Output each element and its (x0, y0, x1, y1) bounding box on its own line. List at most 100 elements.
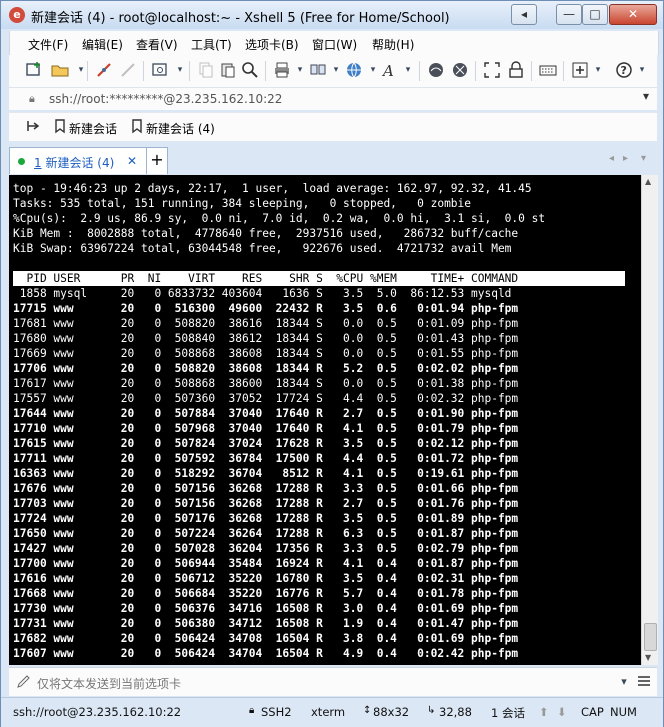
tab-next-icon[interactable]: ▸ (623, 153, 628, 164)
process-row: 17681 www 20 0 508820 38616 18344 S 0.0 … (13, 317, 519, 330)
process-row: 17669 www 20 0 508868 38608 18344 S 0.0 … (13, 347, 519, 360)
font-icon[interactable]: A (381, 61, 399, 80)
process-row: 16363 www 20 0 518292 36704 8512 R 4.1 0… (13, 467, 519, 480)
tab-number: 1 (34, 156, 42, 170)
toolbar-separator (531, 61, 532, 81)
transfer-icon[interactable] (309, 61, 327, 79)
add-icon[interactable] (571, 61, 589, 79)
help-icon[interactable]: ? (615, 61, 633, 79)
open-folder-icon[interactable] (51, 61, 69, 79)
menu-file[interactable]: 文件(F) (28, 36, 68, 53)
menu-bar: 文件(F) 编辑(E) 查看(V) 工具(T) 选项卡(B) 窗口(W) 帮助(… (9, 31, 659, 55)
process-row: 17711 www 20 0 507592 36784 17500 R 4.4 … (13, 452, 519, 465)
new-tab-button[interactable]: + (146, 147, 168, 174)
fullscreen-icon[interactable] (483, 61, 501, 79)
process-row: 17676 www 20 0 507156 36268 17288 R 3.3 … (13, 482, 519, 495)
menu-tabs[interactable]: 选项卡(B) (245, 36, 299, 53)
xshell-window: e 新建会话 (4) - root@localhost:~ - Xshell 5… (0, 0, 664, 727)
process-row: 17616 www 20 0 506712 35220 16780 R 3.5 … (13, 572, 519, 585)
xftp-icon[interactable] (427, 61, 445, 79)
compose-bar[interactable]: 仅将文本发送到当前选项卡 ▾ (9, 667, 657, 696)
add-dropdown-icon[interactable]: ▾ (589, 61, 607, 79)
toolbar-separator (87, 61, 88, 81)
session-down-icon[interactable]: ⬇ (557, 705, 567, 719)
process-row: 17617 www 20 0 508868 38600 18344 S 0.0 … (13, 377, 519, 390)
process-row: 17710 www 20 0 507968 37040 17640 R 4.1 … (13, 422, 519, 435)
keyboard-icon[interactable] (539, 61, 557, 79)
status-cursor: 32,88 (439, 705, 472, 719)
help-dropdown-icon[interactable]: ▾ (633, 61, 651, 79)
process-row: 17557 www 20 0 507360 37052 17724 S 4.4 … (13, 392, 519, 405)
menu-help[interactable]: 帮助(H) (372, 36, 414, 53)
globe-dropdown-icon[interactable]: ▾ (364, 61, 382, 79)
menu-icon[interactable] (635, 673, 653, 691)
menu-view[interactable]: 查看(V) (136, 36, 178, 53)
compose-dropdown-icon[interactable]: ▾ (615, 673, 633, 691)
links-icon[interactable] (25, 118, 43, 136)
compose-input[interactable]: 仅将文本发送到当前选项卡 (37, 675, 181, 692)
properties-icon[interactable] (151, 61, 169, 79)
properties-dropdown-icon[interactable]: ▾ (171, 61, 189, 79)
toolbar-separator (419, 61, 420, 81)
window-title: 新建会话 (4) - root@localhost:~ - Xshell 5 (… (31, 11, 450, 26)
num-lock-indicator: NUM (610, 705, 637, 719)
process-row: 1858 mysql 20 0 6833732 403604 1636 S 3.… (13, 287, 512, 300)
address-bar[interactable]: 🔒︎ ssh://root:*********@23.235.162.10:22… (9, 88, 657, 110)
menu-tools[interactable]: 工具(T) (191, 36, 232, 53)
links-bar: 新建会话 新建会话 (4) (9, 112, 657, 141)
lock-icon[interactable] (507, 61, 525, 79)
link-new-session[interactable]: 新建会话 (69, 120, 117, 137)
close-button[interactable]: ✕ (609, 4, 657, 25)
process-row: 17730 www 20 0 506376 34716 16508 R 3.0 … (13, 602, 519, 615)
process-row: 17680 www 20 0 508840 38612 18344 S 0.0 … (13, 332, 519, 345)
address-field[interactable]: ssh://root:*********@23.235.162.10:22 (49, 92, 282, 106)
minimize-button[interactable]: — (556, 4, 582, 25)
transfer-dropdown-icon[interactable]: ▾ (327, 61, 345, 79)
status-terminal-type: xterm (311, 705, 346, 719)
terminal-output[interactable]: top - 19:46:23 up 2 days, 22:17, 1 user,… (9, 175, 641, 665)
xmanager-icon[interactable] (451, 61, 469, 79)
globe-icon[interactable] (345, 61, 363, 79)
maximize-button[interactable]: □ (582, 4, 608, 25)
font-dropdown-icon[interactable]: ▾ (399, 61, 417, 79)
compose-icon[interactable] (15, 673, 33, 691)
paste-icon[interactable] (219, 61, 237, 79)
svg-text:A: A (381, 62, 394, 79)
session-up-icon[interactable]: ⬆ (539, 705, 549, 719)
tab-close-icon[interactable]: ✕ (127, 154, 137, 168)
scroll-up-icon[interactable]: ▲ (645, 177, 651, 186)
scroll-down-icon[interactable]: ▼ (645, 653, 651, 662)
xshell-app-icon[interactable]: e (9, 7, 25, 23)
disconnect-icon[interactable] (95, 61, 113, 79)
cursor-icon: ↳ (427, 705, 436, 716)
link-new-session-4[interactable]: 新建会话 (4) (146, 120, 215, 137)
menu-edit[interactable]: 编辑(E) (82, 36, 123, 53)
find-icon[interactable] (241, 61, 259, 79)
scrollbar-thumb[interactable] (644, 623, 657, 651)
status-bar: ssh://root@23.235.162.10:22 🔒︎ SSH2 xter… (1, 697, 663, 727)
tab-session-1[interactable]: 1 新建会话 (4) ✕ (9, 147, 147, 174)
tab-label: 1 新建会话 (4) (34, 154, 114, 171)
tab-list-icon[interactable]: ▾ (641, 153, 646, 164)
print-dropdown-icon[interactable]: ▾ (291, 61, 309, 79)
print-icon[interactable] (273, 61, 291, 79)
process-row: 17715 www 20 0 516300 49600 22432 R 3.5 … (13, 302, 519, 315)
bookmark-icon (51, 118, 69, 136)
menu-window[interactable]: 窗口(W) (312, 36, 357, 53)
restore-tabs-button[interactable]: ◂ (511, 4, 537, 25)
tab-prev-icon[interactable]: ◂ (609, 153, 614, 164)
copy-icon[interactable] (197, 61, 215, 79)
status-size: 88x32 (373, 705, 410, 719)
toolbar: ▾ ▾ ▾ ▾ ▾ A ▾ ▾ ? ▾ (9, 55, 657, 88)
status-sessions: 1 会话 (491, 706, 525, 720)
address-dropdown-icon[interactable]: ▾ (643, 89, 649, 103)
process-row: 17607 www 20 0 506424 34704 16504 R 4.9 … (13, 647, 519, 660)
process-row: 17644 www 20 0 507884 37040 17640 R 2.7 … (13, 407, 519, 420)
reconnect-icon[interactable] (119, 61, 137, 79)
status-connection: ssh://root@23.235.162.10:22 (13, 705, 182, 719)
process-row: 17731 www 20 0 506380 34712 16508 R 1.9 … (13, 617, 519, 630)
process-row: 17682 www 20 0 506424 34708 16504 R 3.8 … (13, 632, 519, 645)
new-session-icon[interactable] (25, 61, 43, 79)
toolbar-separator (563, 61, 564, 81)
terminal-scrollbar[interactable]: ▲ ▼ (641, 175, 658, 665)
